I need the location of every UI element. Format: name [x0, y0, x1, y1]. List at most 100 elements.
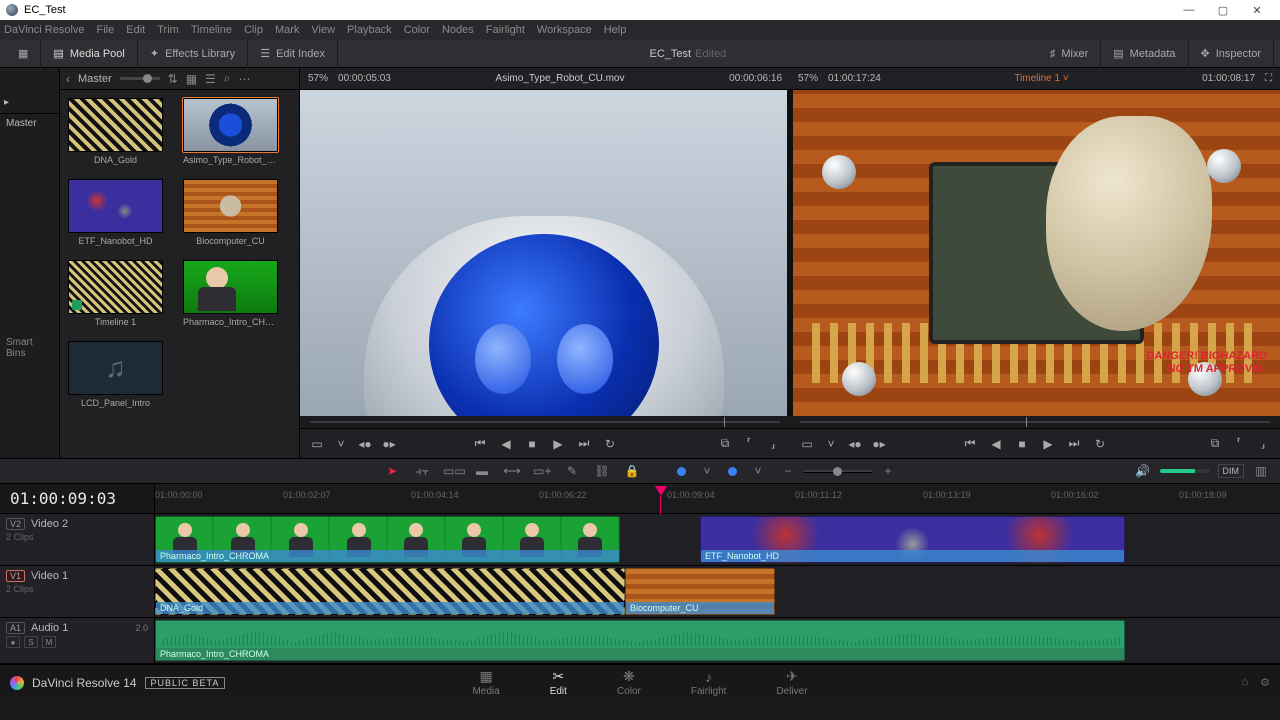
clip-thumbnail[interactable] [183, 98, 278, 152]
back-icon[interactable]: ‹ [66, 72, 70, 86]
timeline-viewer[interactable]: DANGER! BIOHAZARDNO TM APPROVAL [793, 90, 1280, 416]
timeline-name[interactable]: Timeline 1 ˅ [891, 73, 1192, 84]
page-edit[interactable]: ✂Edit [550, 668, 567, 697]
blade-tool-icon[interactable]: ✎ [563, 464, 581, 478]
smart-bins-header[interactable]: Smart Bins [0, 333, 59, 363]
marker-prev-icon[interactable]: ◂● [358, 437, 372, 451]
clip-v1-dna[interactable]: DNA_Gold [155, 568, 625, 615]
match-frame-icon[interactable]: ⧉ [718, 436, 732, 451]
menu-clip[interactable]: Clip [244, 24, 263, 36]
src-clip-name[interactable]: Asimo_Type_Robot_CU.mov [401, 73, 719, 84]
track-v1[interactable]: DNA_Gold Biocomputer_CU [155, 566, 1280, 618]
chevron-down-icon[interactable]: ˅ [698, 464, 716, 478]
page-color[interactable]: ❋Color [617, 668, 641, 697]
menu-playback[interactable]: Playback [347, 24, 392, 36]
menu-help[interactable]: Help [604, 24, 627, 36]
bin-master[interactable]: Master [0, 114, 59, 133]
menu-mark[interactable]: Mark [275, 24, 299, 36]
track-tag[interactable]: V1 [6, 570, 25, 582]
tl-zoom[interactable]: 57% [798, 73, 818, 84]
clip-thumbnail[interactable] [183, 260, 278, 314]
speaker-icon[interactable]: 🔊 [1134, 464, 1152, 478]
track-header-v2[interactable]: V2Video 2 2 Clips [0, 514, 154, 566]
insert-icon[interactable]: ▭▭ [443, 464, 461, 478]
effects-library-tab[interactable]: ✦Effects Library [138, 40, 248, 68]
step-back-icon[interactable]: ◀ [989, 437, 1003, 451]
step-fwd-icon[interactable]: ⏭ [577, 436, 591, 451]
window-minimize-button[interactable]: — [1172, 0, 1206, 20]
clip-v2-nano[interactable]: ETF_Nanobot_HD [700, 516, 1125, 563]
search-icon[interactable]: ⌕ [224, 71, 231, 86]
menu-trim[interactable]: Trim [157, 24, 179, 36]
pool-clip[interactable]: DNA_Gold [68, 98, 163, 165]
pool-clip[interactable]: ETF_Nanobot_HD [68, 179, 163, 246]
link-icon[interactable]: ⛓ [593, 464, 611, 478]
track-tag[interactable]: V2 [6, 518, 25, 530]
chevron-down-icon[interactable]: ˅ [749, 464, 767, 478]
clip-thumbnail[interactable]: ♫ [68, 341, 163, 395]
pool-clip[interactable]: ♫LCD_Panel_Intro [68, 341, 163, 408]
clip-v1-bio[interactable]: Biocomputer_CU [625, 568, 775, 615]
viewer-expand-icon[interactable]: ⛶ [1265, 73, 1272, 84]
marker-next-icon[interactable]: ●▸ [872, 437, 886, 451]
menu-view[interactable]: View [311, 24, 335, 36]
playhead-timecode[interactable]: 01:00:09:03 [0, 484, 154, 514]
list-view-icon[interactable]: ☰ [205, 72, 216, 86]
dim-button[interactable]: DIM [1218, 464, 1245, 478]
menu-app[interactable]: DaVinci Resolve [4, 24, 85, 36]
pool-clip[interactable]: Biocomputer_CU [183, 179, 278, 246]
mark-in-icon[interactable]: ⸢ [742, 436, 756, 451]
page-fairlight[interactable]: ♪Fairlight [691, 669, 727, 697]
marker-prev-icon[interactable]: ◂● [848, 437, 862, 451]
clip-thumbnail[interactable] [68, 98, 163, 152]
volume-slider[interactable] [1160, 469, 1210, 473]
tl-mode-icon[interactable]: ▭ [800, 437, 814, 451]
pool-clip[interactable]: Asimo_Type_Robot_CU [183, 98, 278, 165]
match-frame-icon[interactable]: ⧉ [1208, 436, 1222, 451]
timeline-scrubber[interactable] [800, 416, 1270, 428]
flag-blue-icon[interactable] [677, 467, 686, 476]
grid-view-icon[interactable]: ▦ [186, 72, 197, 86]
mark-out-icon[interactable]: ⸥ [1256, 436, 1270, 451]
playhead[interactable] [655, 486, 667, 496]
pool-menu-icon[interactable]: ⋯ [239, 72, 251, 86]
loop-icon[interactable]: ↻ [603, 437, 617, 451]
menu-workspace[interactable]: Workspace [537, 24, 592, 36]
first-frame-icon[interactable]: ⏮ [963, 436, 977, 451]
source-viewer[interactable] [300, 90, 787, 416]
track-v2[interactable]: Pharmaco_Intro_CHROMA ETF_Nanobot_HD [155, 514, 1280, 566]
edit-index-tab[interactable]: ☰Edit Index [248, 40, 338, 68]
clip-thumbnail[interactable] [183, 179, 278, 233]
stop-icon[interactable]: ■ [1015, 437, 1029, 451]
clip-a1[interactable]: Pharmaco_Intro_CHROMA [155, 620, 1125, 661]
clip-thumbnail[interactable] [68, 179, 163, 233]
zoom-out-icon[interactable]: − [779, 464, 797, 478]
first-frame-icon[interactable]: ⏮ [473, 436, 487, 451]
media-pool-tab[interactable]: ▤Media Pool [41, 40, 137, 68]
play-icon[interactable]: ▶ [551, 437, 565, 451]
marker-next-icon[interactable]: ●▸ [382, 437, 396, 451]
trim-tool-icon[interactable]: ⫞⫟ [413, 464, 431, 479]
bin-view-icon[interactable]: ▸ [4, 97, 9, 108]
project-settings-icon[interactable]: ⌂ [1241, 676, 1248, 689]
timeline-tracks[interactable]: 01:00:00:0001:00:02:0701:00:04:1401:00:0… [155, 484, 1280, 664]
page-media[interactable]: ▦Media [472, 668, 499, 697]
pool-clip[interactable]: Timeline 1 [68, 260, 163, 327]
replace-icon[interactable]: ⟷ [503, 464, 521, 478]
zoom-in-icon[interactable]: + [879, 464, 897, 478]
menu-edit[interactable]: Edit [126, 24, 145, 36]
timeline-options-icon[interactable]: ▥ [1252, 464, 1270, 478]
breadcrumb[interactable]: Master [78, 73, 112, 85]
selection-tool-icon[interactable]: ➤ [383, 464, 401, 478]
solo-button[interactable]: S [24, 636, 38, 648]
menu-file[interactable]: File [97, 24, 115, 36]
track-tag[interactable]: A1 [6, 622, 25, 634]
marker-blue-icon[interactable] [728, 467, 737, 476]
step-fwd-icon[interactable]: ⏭ [1067, 436, 1081, 451]
lock-icon[interactable]: 🔒 [623, 464, 641, 478]
menu-timeline[interactable]: Timeline [191, 24, 232, 36]
loop-icon[interactable]: ↻ [1093, 437, 1107, 451]
step-back-icon[interactable]: ◀ [499, 437, 513, 451]
toggle-panel-button[interactable]: ▦ [6, 40, 41, 68]
track-a1[interactable]: Pharmaco_Intro_CHROMA [155, 618, 1280, 664]
